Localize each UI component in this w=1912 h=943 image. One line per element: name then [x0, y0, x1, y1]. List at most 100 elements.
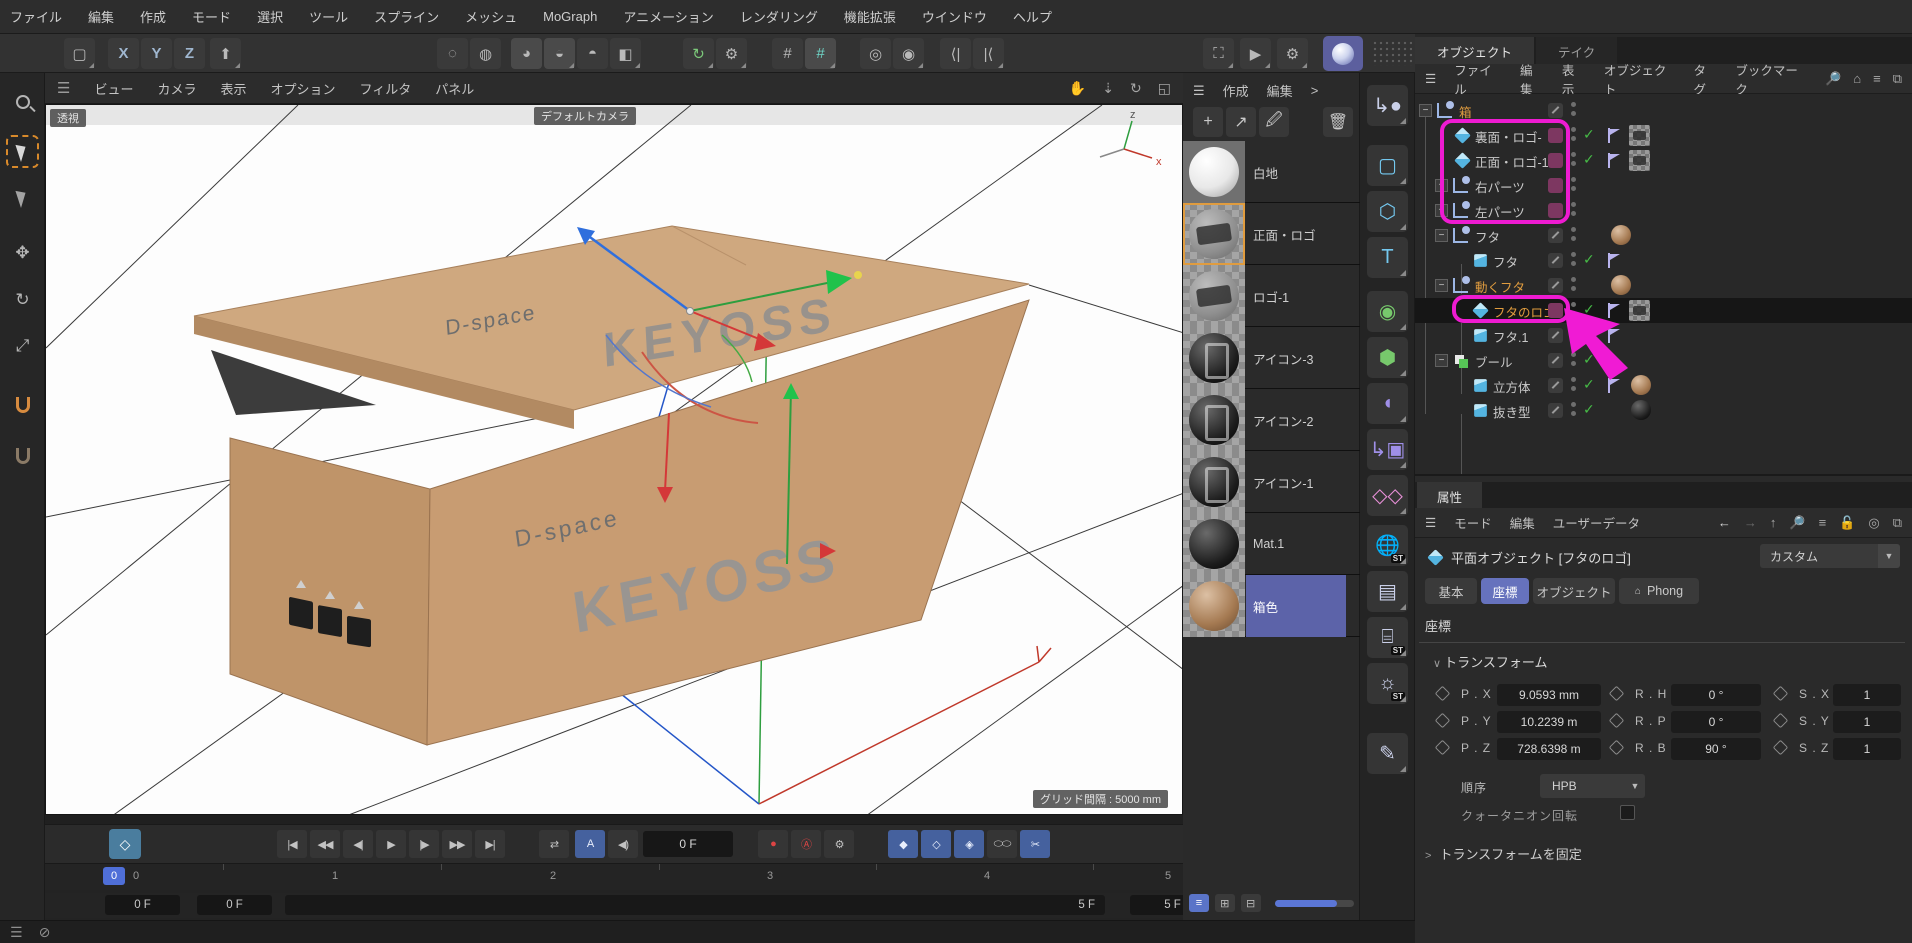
preview-start-field[interactable]: 0 F: [197, 895, 272, 915]
layer-color-chip[interactable]: [1548, 178, 1563, 193]
attr-menu-icon[interactable]: ☰: [1425, 515, 1436, 530]
axis-modifier-icon[interactable]: ↳▣: [1367, 429, 1408, 470]
attr-target-icon[interactable]: ◎: [1868, 515, 1879, 531]
object-name[interactable]: フタ: [1475, 227, 1500, 246]
edges-mode-icon[interactable]: ◍: [470, 38, 501, 69]
om-menu-file[interactable]: ファイル: [1454, 60, 1502, 98]
quaternion-checkbox[interactable]: [1620, 805, 1635, 820]
expander-icon[interactable]: −: [1435, 354, 1448, 367]
prev-key-button[interactable]: ◀◀: [310, 830, 340, 858]
texture-tag-flag-icon[interactable]: [1607, 303, 1621, 318]
magnet-tool-icon[interactable]: [6, 439, 39, 472]
menu-extensions[interactable]: 機能拡張: [844, 7, 896, 26]
object-name[interactable]: 動くフタ: [1475, 277, 1525, 296]
visibility-dots-icon[interactable]: [1571, 127, 1576, 144]
om-menu-edit[interactable]: 編集: [1520, 60, 1544, 98]
tree-row[interactable]: 立方体 ✓: [1415, 373, 1912, 398]
cube-primitive-icon[interactable]: ⬡: [1367, 191, 1408, 232]
points-mode-icon[interactable]: ◌: [437, 38, 468, 69]
material-grid-view-icon[interactable]: ⊞: [1215, 894, 1235, 912]
keyframe-left-icon[interactable]: ⟨|: [940, 38, 971, 69]
object-name[interactable]: フタ: [1493, 252, 1518, 271]
material-compact-view-icon[interactable]: ⊟: [1241, 894, 1261, 912]
visibility-dots-icon[interactable]: [1571, 102, 1576, 119]
toggle-panels-icon[interactable]: ◱: [1158, 80, 1171, 97]
visibility-dots-icon[interactable]: [1571, 377, 1576, 394]
freeze-transform-group[interactable]: >トランスフォームを固定: [1425, 844, 1582, 863]
current-frame-marker[interactable]: 0: [103, 867, 125, 885]
goto-end-button[interactable]: ▶|: [475, 830, 505, 858]
coordinate-system-icon[interactable]: ⬆: [210, 38, 241, 69]
current-frame-field[interactable]: 0 F: [643, 831, 733, 857]
layer-color-chip[interactable]: [1548, 153, 1563, 168]
tweak-tool-icon[interactable]: [6, 181, 39, 214]
attr-popout-icon[interactable]: ⧉: [1893, 515, 1902, 531]
material-menu-create[interactable]: 作成: [1223, 81, 1249, 100]
palette-drag-handle[interactable]: [1372, 40, 1412, 66]
edit-toggle-icon[interactable]: [1548, 253, 1563, 268]
snap-tool-orange-icon[interactable]: [6, 388, 39, 421]
viewport-menu-icon[interactable]: ☰: [57, 79, 70, 97]
enabled-check-icon[interactable]: ✓: [1583, 126, 1595, 143]
xpresso-icon[interactable]: ◇◇: [1367, 475, 1408, 516]
key-circle-icon[interactable]: [1435, 740, 1451, 756]
om-home-icon[interactable]: ⌂: [1853, 71, 1861, 87]
render-settings-icon[interactable]: ⚙: [1277, 38, 1308, 69]
attr-tab-object[interactable]: オブジェクト: [1533, 578, 1615, 604]
attr-up-icon[interactable]: ↑: [1770, 515, 1777, 531]
key-position-toggle[interactable]: ◆: [888, 830, 918, 858]
object-name[interactable]: 箱: [1459, 102, 1472, 121]
material-name[interactable]: 箱色: [1253, 575, 1278, 637]
rotate-tool-icon[interactable]: ↻: [6, 283, 39, 316]
expander-icon[interactable]: +: [1435, 204, 1448, 217]
tree-row[interactable]: + 右パーツ: [1415, 173, 1912, 198]
texture-tag-thumbnail[interactable]: [1629, 125, 1650, 146]
menu-mograph[interactable]: MoGraph: [543, 9, 597, 24]
px-field[interactable]: 9.0593 mm: [1497, 684, 1601, 706]
key-scale-toggle[interactable]: ◇: [921, 830, 951, 858]
attr-menu-edit[interactable]: 編集: [1510, 513, 1535, 532]
material-row[interactable]: Mat.1: [1183, 513, 1360, 575]
key-circle-icon[interactable]: [1435, 713, 1451, 729]
snap-enable-icon[interactable]: #: [805, 38, 836, 69]
py-field[interactable]: 10.2239 m: [1497, 711, 1601, 733]
material-thumbnail[interactable]: [1183, 327, 1245, 389]
range-start-field[interactable]: 0 F: [105, 895, 180, 915]
annotate-pencil-icon[interactable]: ✎: [1367, 733, 1408, 774]
ring-select-icon[interactable]: ◎: [860, 38, 891, 69]
camera-name-label[interactable]: デフォルトカメラ: [534, 107, 636, 125]
material-thumbnail[interactable]: [1183, 513, 1245, 575]
edit-toggle-icon[interactable]: [1548, 228, 1563, 243]
material-thumbnail[interactable]: [1183, 451, 1245, 513]
interactive-render-button[interactable]: [1323, 36, 1363, 71]
menu-file[interactable]: ファイル: [10, 7, 62, 26]
model-mode-icon[interactable]: ◒: [544, 38, 575, 69]
tree-row[interactable]: + 左パーツ: [1415, 198, 1912, 223]
material-name[interactable]: 正面・ロゴ: [1253, 203, 1316, 265]
live-selection-tool-icon[interactable]: [6, 135, 39, 168]
viewport-menu-camera[interactable]: カメラ: [157, 79, 196, 98]
panel-layout-icon[interactable]: ▢: [64, 38, 95, 69]
add-material-button[interactable]: +: [1193, 107, 1223, 137]
object-name[interactable]: 抜き型: [1493, 402, 1531, 421]
enabled-check-icon[interactable]: ✓: [1583, 376, 1595, 393]
keyframe-right-icon[interactable]: |⟨: [973, 38, 1004, 69]
pz-field[interactable]: 728.6398 m: [1497, 738, 1601, 760]
om-menu-object[interactable]: オブジェクト: [1604, 60, 1676, 98]
text-object-icon[interactable]: T: [1367, 237, 1408, 278]
lock-x-axis-button[interactable]: X: [108, 38, 139, 69]
autokey-toggle-button[interactable]: Ⓐ: [791, 830, 821, 858]
sz-field[interactable]: 1: [1833, 738, 1901, 760]
material-menu-icon[interactable]: ☰: [1193, 83, 1205, 99]
visibility-dots-icon[interactable]: [1571, 202, 1576, 219]
layer-color-chip[interactable]: [1548, 303, 1563, 318]
material-thumbnail[interactable]: [1183, 389, 1245, 451]
om-menu-view[interactable]: 表示: [1562, 60, 1586, 98]
attr-back-icon[interactable]: ←: [1718, 515, 1731, 531]
object-name[interactable]: ブール: [1475, 352, 1513, 371]
enabled-check-icon[interactable]: ✓: [1583, 351, 1595, 368]
object-name[interactable]: 左パーツ: [1475, 202, 1525, 221]
material-menu-edit[interactable]: 編集: [1267, 81, 1293, 100]
texture-tag-thumbnail[interactable]: [1629, 300, 1650, 321]
key-circle-icon[interactable]: [1773, 713, 1789, 729]
